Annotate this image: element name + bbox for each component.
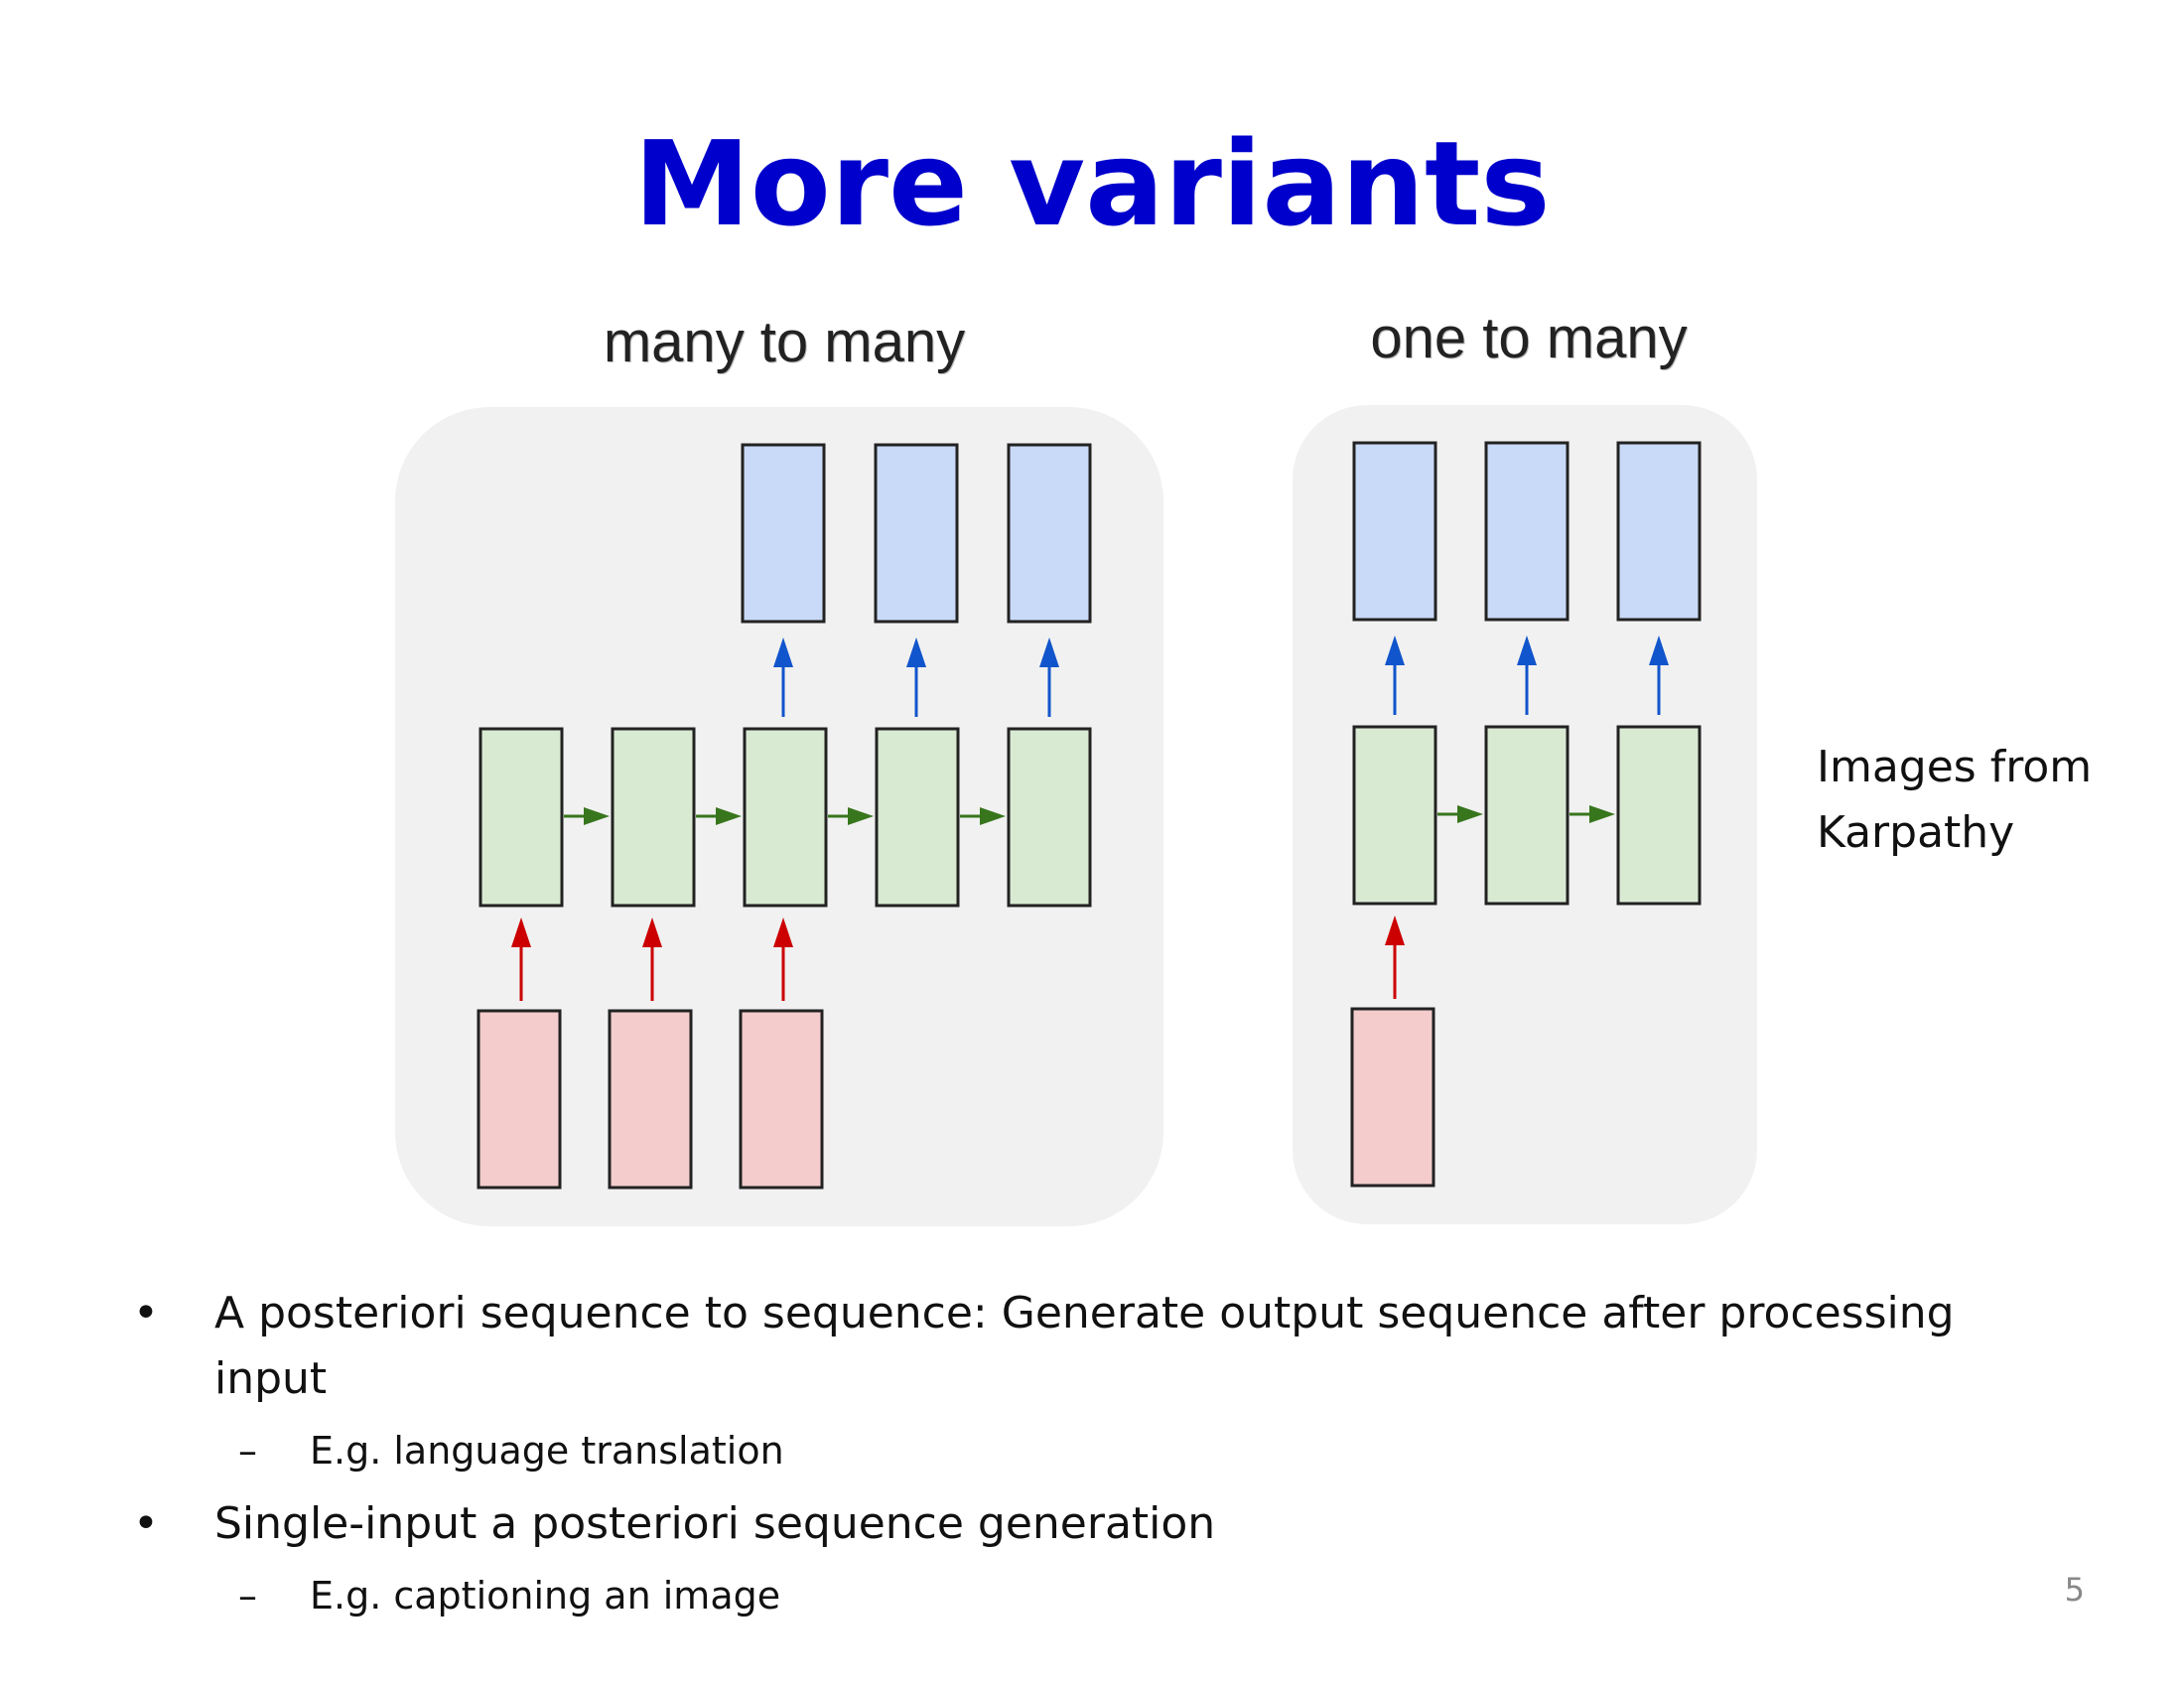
diagram-label-one-to-many: one to many	[1370, 306, 1688, 370]
image-credit: Images from Karpathy	[1817, 735, 2144, 866]
image-credit-line: Karpathy	[1817, 807, 2015, 858]
hidden-box	[478, 727, 564, 908]
diagram-many-to-many	[395, 407, 1163, 1226]
bullet-item: • Single-input a posteriori sequence gen…	[119, 1491, 2065, 1557]
sub-bullet-text: E.g. captioning an image	[310, 1574, 781, 1618]
bullet-text: Single-input a posteriori sequence gener…	[214, 1498, 1216, 1549]
hidden-box	[1616, 725, 1702, 906]
output-box	[1484, 441, 1570, 622]
hidden-box	[743, 727, 828, 908]
output-box	[741, 443, 826, 624]
page-number: 5	[2064, 1571, 2085, 1609]
input-box	[477, 1009, 562, 1190]
output-box	[1352, 441, 1437, 622]
output-box	[1616, 441, 1702, 622]
bullet-marker: •	[133, 1288, 159, 1338]
sub-bullet-marker: –	[238, 1574, 257, 1618]
sub-bullet-text: E.g. language translation	[310, 1429, 784, 1473]
diagram-label-many-to-many: many to many	[603, 310, 966, 374]
input-box	[739, 1009, 824, 1190]
input-box	[1350, 1007, 1435, 1188]
output-box	[1007, 443, 1092, 624]
hidden-box	[611, 727, 696, 908]
hidden-box	[1007, 727, 1092, 908]
bullet-item: • A posteriori sequence to sequence: Gen…	[119, 1281, 2065, 1412]
diagram-one-to-many	[1293, 405, 1757, 1224]
bullet-text: A posteriori sequence to sequence: Gener…	[214, 1288, 1955, 1404]
output-box	[874, 443, 959, 624]
sub-bullet-item: – E.g. language translation	[119, 1422, 2065, 1479]
hidden-box	[875, 727, 960, 908]
input-box	[608, 1009, 693, 1190]
bullet-list: • A posteriori sequence to sequence: Gen…	[119, 1281, 2065, 1636]
hidden-box	[1352, 725, 1437, 906]
sub-bullet-item: – E.g. captioning an image	[119, 1567, 2065, 1624]
image-credit-line: Images from	[1817, 742, 2093, 792]
sub-bullet-marker: –	[238, 1429, 257, 1473]
bullet-marker: •	[133, 1498, 159, 1549]
hidden-box	[1484, 725, 1570, 906]
